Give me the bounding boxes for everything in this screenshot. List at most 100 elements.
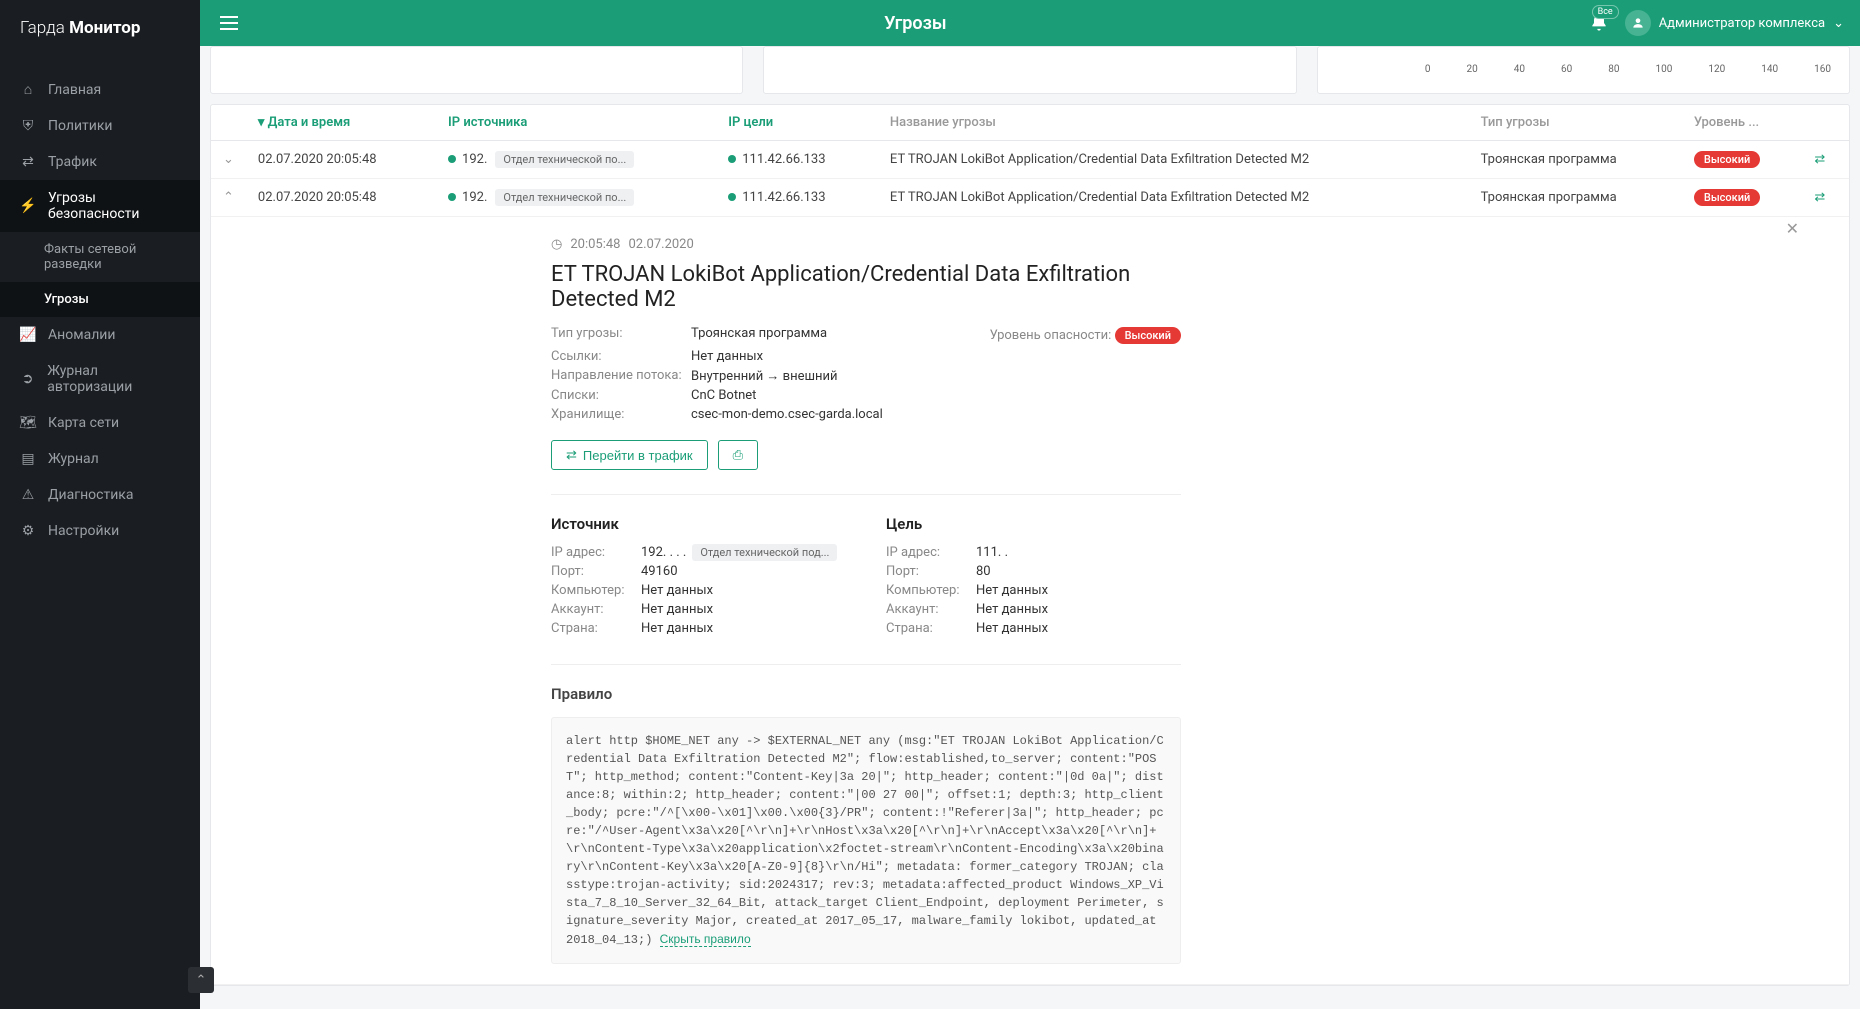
chart-card-1 [210, 46, 743, 94]
logo: Гарда Монитор [0, 0, 200, 56]
page-title: Угрозы [242, 13, 1589, 34]
th-expand [211, 105, 246, 141]
th-srcip[interactable]: IP источника [436, 105, 716, 141]
type-label: Тип угрозы: [551, 326, 691, 341]
th-actions [1802, 105, 1849, 141]
clock-icon: ◷ [551, 237, 562, 252]
country-label: Страна: [886, 621, 976, 636]
nav-threats-sub-label: Угрозы [44, 292, 89, 307]
nav-settings[interactable]: ⚙ Настройки [0, 513, 200, 549]
tick: 140 [1761, 64, 1778, 75]
detail-date-val: 02.07.2020 [628, 237, 693, 252]
th-datetime[interactable]: ▾ Дата и время [246, 105, 436, 141]
cell-tgtip: 111.42.66.133 [716, 141, 878, 179]
cell-srcip: 192.Отдел технической по... [436, 141, 716, 179]
sidebar: Гарда Монитор ⌂Главная ⛨ Политики ⇄Трафик… [0, 0, 200, 1009]
threats-table: ▾ Дата и время IP источника IP цели Назв… [210, 104, 1850, 986]
nav-settings-label: Настройки [48, 523, 119, 539]
detail-title: ET TROJAN LokiBot Application/Credential… [551, 262, 1181, 312]
nav-diag-label: Диагностика [48, 487, 133, 503]
detail-timestamp: ◷ 20:05:48 02.07.2020 [551, 237, 1181, 252]
lists-value: CnC Botnet [691, 388, 756, 403]
dept-tag: Отдел технической по... [495, 151, 634, 168]
detail-panel: ✕ ◷ 20:05:48 02.07.2020 ET TROJAN LokiBo… [211, 217, 1849, 984]
gear-icon: ⚙ [20, 523, 36, 539]
rule-section: Правило alert http $HOME_NET any -> $EXT… [551, 664, 1181, 964]
nav-home[interactable]: ⌂Главная [0, 71, 200, 108]
user-icon [1631, 16, 1645, 30]
chevron-down-icon: ⌄ [1833, 16, 1844, 31]
nav-authlog[interactable]: ➲Журнал авторизации [0, 353, 200, 405]
login-icon: ➲ [20, 371, 35, 387]
storage-label: Хранилище: [551, 407, 691, 422]
nav-netmap[interactable]: 🗺Карта сети [0, 405, 200, 441]
cell-tgtip-val: 111.42.66.133 [742, 152, 825, 167]
nav-threats[interactable]: ⚡ Угрозы безопасности [0, 180, 200, 232]
swap-icon[interactable]: ⇄ [1814, 190, 1825, 205]
main: Угрозы Все Администратор комплекса ⌄ [200, 0, 1860, 1009]
country-label: Страна: [551, 621, 641, 636]
bolt-icon: ⚡ [20, 198, 36, 214]
user-menu[interactable]: Администратор комплекса ⌄ [1625, 10, 1844, 36]
rule-text-content: alert http $HOME_NET any -> $EXTERNAL_NE… [566, 734, 1164, 947]
links-value: Нет данных [691, 349, 763, 364]
src-dept-tag: Отдел технической под... [692, 544, 837, 561]
cell-srcip-val: 192. [462, 190, 487, 205]
expand-toggle[interactable]: ⌄ [211, 141, 246, 179]
nav-diag[interactable]: ⚠Диагностика [0, 477, 200, 513]
flow-value: Внутренний → внешний [691, 368, 838, 384]
th-name[interactable]: Название угрозы [878, 105, 1469, 141]
notifications[interactable]: Все [1589, 13, 1609, 33]
th-level[interactable]: Уровень ... [1682, 105, 1803, 141]
collapse-toggle[interactable]: ⌃ [211, 179, 246, 217]
th-tgtip[interactable]: IP цели [716, 105, 878, 141]
nav-policies[interactable]: ⛨ Политики [0, 108, 200, 144]
th-type[interactable]: Тип угрозы [1469, 105, 1682, 141]
nav-traffic[interactable]: ⇄Трафик [0, 144, 200, 180]
status-dot-icon [448, 155, 456, 163]
nav-anomalies[interactable]: 📈Аномалии [0, 317, 200, 353]
status-dot-icon [728, 193, 736, 201]
table-row[interactable]: ⌃ 02.07.2020 20:05:48 192.Отдел техничес… [211, 179, 1849, 217]
notif-badge: Все [1592, 5, 1619, 19]
rule-title: Правило [551, 685, 1181, 703]
table-row[interactable]: ⌄ 02.07.2020 20:05:48 192.Отдел техничес… [211, 141, 1849, 179]
cell-type: Троянская программа [1469, 141, 1682, 179]
shield-icon: ⛨ [20, 118, 36, 134]
goto-traffic-button[interactable]: ⇄ Перейти в трафик [551, 440, 708, 470]
tick: 80 [1608, 64, 1619, 75]
detail-row: ✕ ◷ 20:05:48 02.07.2020 ET TROJAN LokiBo… [211, 217, 1849, 985]
nav: ⌂Главная ⛨ Политики ⇄Трафик ⚡ Угрозы безоп… [0, 56, 200, 549]
target-title: Цель [886, 515, 1181, 533]
cell-tgtip: 111.42.66.133 [716, 179, 878, 217]
content: 0 20 40 60 80 100 120 140 160 [200, 46, 1860, 1009]
chart-row: 0 20 40 60 80 100 120 140 160 [210, 46, 1850, 94]
print-icon: ⎙ [733, 447, 743, 463]
hide-rule-link[interactable]: Скрыть правило [660, 932, 751, 947]
user-name: Администратор комплекса [1659, 16, 1825, 31]
nav-recon[interactable]: Факты сетевой разведки [0, 232, 200, 282]
close-icon[interactable]: ✕ [1786, 219, 1799, 238]
nav-threats-label: Угрозы безопасности [48, 190, 180, 222]
chart-icon: 📈 [20, 327, 36, 343]
goto-traffic-label: Перейти в трафик [583, 448, 693, 463]
swap-icon[interactable]: ⇄ [1814, 152, 1825, 167]
risk-label: Уровень опасности: [990, 328, 1112, 343]
print-button[interactable]: ⎙ [718, 440, 758, 470]
cell-type: Троянская программа [1469, 179, 1682, 217]
scroll-top-button[interactable]: ⌃ [188, 967, 214, 993]
swap-icon: ⇄ [566, 447, 577, 463]
tick: 20 [1466, 64, 1477, 75]
storage-value: csec-mon-demo.csec-garda.local [691, 407, 883, 422]
src-country: Нет данных [641, 621, 713, 636]
nav-policies-label: Политики [48, 118, 113, 134]
cell-srcip: 192.Отдел технической по... [436, 179, 716, 217]
ip-label: IP адрес: [551, 545, 641, 560]
account-label: Аккаунт: [551, 602, 641, 617]
nav-threats-sub[interactable]: Угрозы [0, 282, 200, 317]
tgt-ip: 111. . [976, 545, 1008, 560]
nav-journal[interactable]: ▤Журнал [0, 441, 200, 477]
tick: 120 [1708, 64, 1725, 75]
tick: 160 [1814, 64, 1831, 75]
menu-toggle[interactable] [216, 12, 242, 34]
